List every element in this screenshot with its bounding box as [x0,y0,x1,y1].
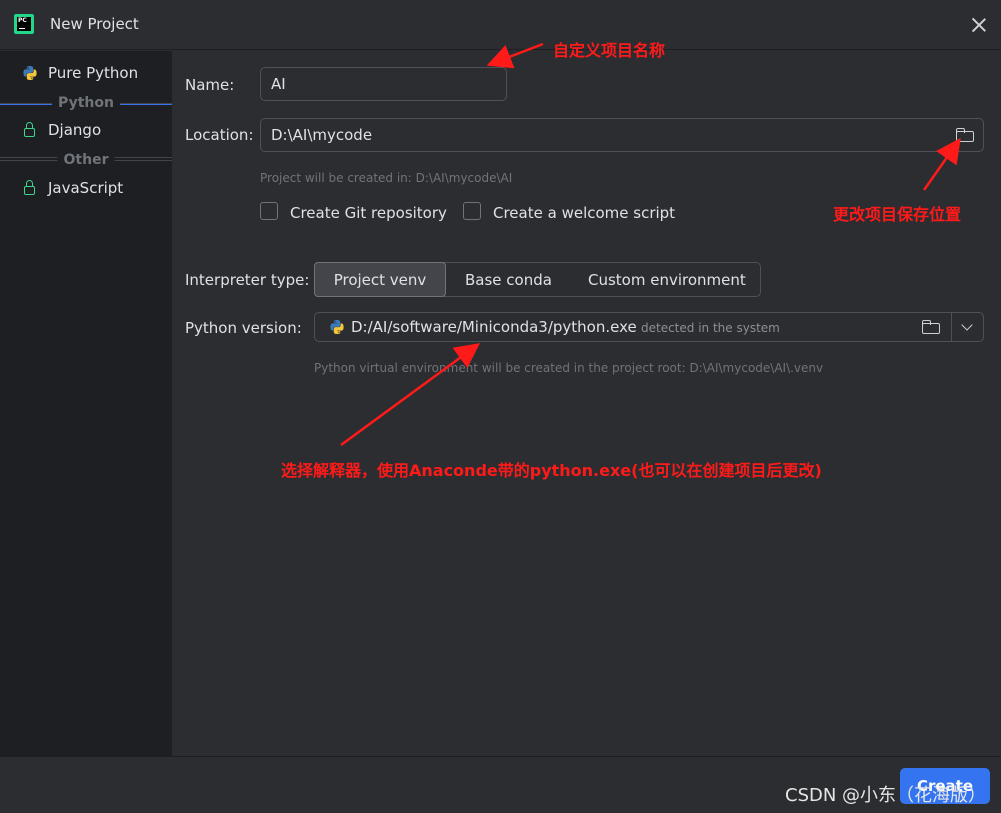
sidebar-item-pure-python[interactable]: Pure Python [0,57,172,89]
annotation-location: 更改项目保存位置 [833,205,962,224]
python-version-label: Python version: [185,319,302,337]
create-git-label: Create Git repository [290,204,447,222]
python-icon [330,320,344,334]
sidebar-item-label: JavaScript [48,179,124,197]
pycharm-logo-icon: PC [14,14,34,34]
project-type-sidebar: Pure Python Python Django Other JavaScri… [0,51,172,756]
name-input[interactable]: AI [260,67,507,101]
dialog-footer: Create CSDN @小东（花海版） [0,756,1001,813]
group-separator-other: Other [0,151,172,169]
chevron-down-icon[interactable] [961,319,973,331]
group-label: Other [57,151,115,169]
python-path: D:/AI/software/Miniconda3/python.exe [351,318,637,336]
welcome-script-label: Create a welcome script [493,204,676,222]
python-version-combobox[interactable]: D:/AI/software/Miniconda3/python.exe det… [314,312,984,342]
interpreter-type-label: Interpreter type: [185,271,310,289]
sidebar-item-javascript[interactable]: JavaScript [0,172,172,204]
location-input[interactable]: D:\AI\mycode [260,118,984,152]
location-value: D:\AI\mycode [271,126,373,144]
sidebar-item-label: Django [48,121,102,139]
sidebar-item-label: Pure Python [48,64,139,82]
group-separator-python: Python [0,94,172,112]
folder-icon[interactable] [922,320,940,334]
close-icon[interactable] [970,16,988,34]
interpreter-option-custom-environment[interactable]: Custom environment [588,263,746,296]
welcome-script-checkbox[interactable] [463,202,481,220]
interpreter-option-base-conda[interactable]: Base conda [465,263,552,296]
annotation-interpreter: 选择解释器，使用Anaconde带的python.exe(也可以在创建项目后更改… [281,461,822,480]
python-detected-note: detected in the system [641,321,780,335]
title-bar: PC New Project [0,0,1001,50]
venv-hint: Python virtual environment will be creat… [314,361,824,375]
lock-icon [22,122,38,138]
interpreter-type-selector: Project venv Base conda Custom environme… [314,262,761,297]
interpreter-option-project-venv[interactable]: Project venv [314,262,446,297]
location-hint: Project will be created in: D:\AI\mycode… [260,171,513,185]
lock-icon [22,180,38,196]
python-icon [22,65,38,81]
watermark: CSDN @小东（花海版） [785,785,987,806]
window-title: New Project [50,15,139,33]
project-settings-panel: Name: AI Location: D:\AI\mycode Project … [172,51,1001,756]
sidebar-item-django[interactable]: Django [0,114,172,146]
name-label: Name: [185,76,235,94]
create-git-checkbox[interactable] [260,202,278,220]
annotation-name: 自定义项目名称 [553,41,666,60]
group-label: Python [52,94,120,112]
location-label: Location: [185,126,254,144]
folder-icon[interactable] [956,128,974,142]
